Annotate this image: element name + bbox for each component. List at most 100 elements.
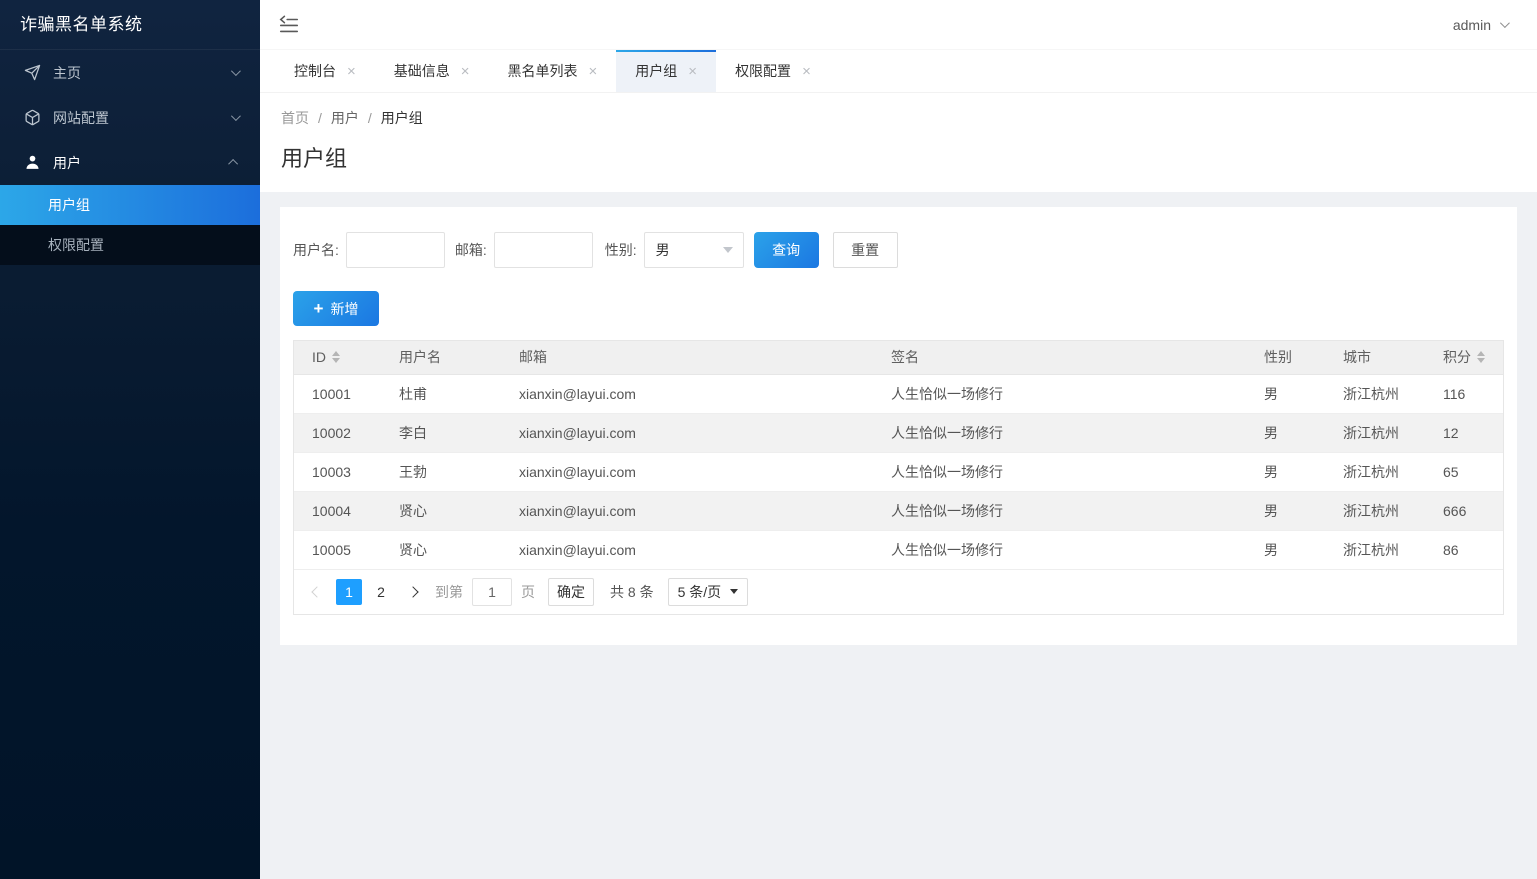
cell-city: 浙江杭州: [1343, 463, 1399, 480]
email-label: 邮箱:: [454, 242, 487, 258]
chevron-down-icon: [1499, 18, 1510, 29]
sidebar-subitem-user-group[interactable]: 用户组: [0, 185, 260, 225]
caret-down-icon: [730, 589, 739, 594]
column-header-username: 用户名: [381, 341, 501, 375]
cell-email: xianxin@layui.com: [519, 541, 636, 558]
sidebar-subitem-permission-config[interactable]: 权限配置: [0, 225, 260, 265]
close-icon[interactable]: ×: [347, 64, 356, 79]
table-row: 10005 贤心 xianxin@layui.com 人生恰似一场修行 男 浙江…: [294, 530, 1503, 569]
chevron-right-icon: [407, 585, 419, 598]
close-icon[interactable]: ×: [688, 64, 697, 79]
table-row: 10002 李白 xianxin@layui.com 人生恰似一场修行 男 浙江…: [294, 413, 1503, 452]
sidebar-item-users[interactable]: 用户: [0, 140, 260, 185]
sort-icon[interactable]: [332, 351, 340, 364]
cell-score: 86: [1443, 541, 1459, 558]
cell-score: 666: [1443, 502, 1467, 519]
tab-permission-config[interactable]: 权限配置 ×: [716, 50, 830, 92]
cell-city: 浙江杭州: [1343, 385, 1399, 402]
total-count-label: 共 8 条: [610, 583, 654, 600]
page-button-1[interactable]: 1: [336, 578, 362, 605]
cell-score: 65: [1443, 463, 1459, 480]
cell-signature: 人生恰似一场修行: [891, 502, 1003, 519]
cell-gender: 男: [1264, 541, 1278, 558]
cell-id: 10004: [312, 502, 351, 519]
main-area: admin 控制台 × 基础信息 × 黑名单列表 × 用户组 × 权限配置 × …: [260, 0, 1537, 879]
tab-label: 基础信息: [393, 63, 450, 79]
cube-icon: [24, 109, 41, 126]
cell-username: 杜甫: [399, 385, 427, 402]
search-button[interactable]: 查询: [753, 232, 819, 268]
content: 用户名: 邮箱: 性别: 男 查询 重置 + 新增 ID 用户名 邮箱 签名 性…: [260, 192, 1537, 879]
gender-select[interactable]: 男: [643, 232, 744, 268]
sort-icon[interactable]: [1477, 351, 1485, 364]
toolbar: + 新增: [293, 291, 1504, 326]
add-button[interactable]: + 新增: [293, 291, 379, 326]
app-title: 诈骗黑名单系统: [0, 0, 260, 50]
tab-label: 用户组: [635, 63, 678, 79]
tab-basic-info[interactable]: 基础信息 ×: [375, 50, 489, 92]
sidebar-collapse-icon[interactable]: [278, 14, 300, 36]
cell-gender: 男: [1264, 424, 1278, 441]
breadcrumb-home[interactable]: 首页: [281, 108, 309, 128]
pagination: 1 2 到第 页 确定 共 8 条 5 条/页: [294, 569, 1503, 614]
cell-id: 10002: [312, 424, 351, 441]
username-label: admin: [1452, 16, 1491, 33]
sidebar: 诈骗黑名单系统 主页 网站配置 用户 用户组 权限配置: [0, 0, 260, 879]
sidebar-subitem-label: 用户组: [48, 197, 90, 213]
table-row: 10003 王勃 xianxin@layui.com 人生恰似一场修行 男 浙江…: [294, 452, 1503, 491]
gender-label: 性别:: [604, 242, 637, 258]
cell-id: 10005: [312, 541, 351, 558]
app-root: 诈骗黑名单系统 主页 网站配置 用户 用户组 权限配置 admin 控制台 × …: [0, 0, 1537, 879]
tab-blacklist[interactable]: 黑名单列表 ×: [489, 50, 617, 92]
close-icon[interactable]: ×: [589, 64, 598, 79]
cell-id: 10001: [312, 385, 351, 402]
cell-email: xianxin@layui.com: [519, 463, 636, 480]
breadcrumb-users[interactable]: 用户: [331, 108, 359, 128]
column-header-score[interactable]: 积分: [1425, 341, 1503, 375]
sidebar-item-label: 用户: [53, 154, 81, 171]
tab-user-group[interactable]: 用户组 ×: [616, 50, 717, 92]
cell-score: 12: [1443, 424, 1459, 441]
email-input[interactable]: [493, 232, 593, 268]
breadcrumb-separator: /: [367, 110, 372, 126]
breadcrumb-separator: /: [318, 110, 322, 126]
username-input[interactable]: [345, 232, 445, 268]
tab-console[interactable]: 控制台 ×: [275, 50, 375, 92]
cell-signature: 人生恰似一场修行: [891, 541, 1003, 558]
column-header-signature: 签名: [873, 341, 1246, 375]
sidebar-subitem-label: 权限配置: [48, 237, 104, 253]
confirm-page-button[interactable]: 确定: [548, 577, 594, 606]
cell-username: 贤心: [399, 541, 427, 558]
column-header-city: 城市: [1325, 341, 1425, 375]
goto-label: 到第: [435, 583, 463, 600]
chevron-down-icon: [230, 66, 241, 77]
goto-page-input[interactable]: [472, 577, 512, 606]
sidebar-item-site-config[interactable]: 网站配置: [0, 95, 260, 140]
cell-city: 浙江杭州: [1343, 541, 1399, 558]
column-header-id[interactable]: ID: [294, 341, 381, 375]
chevron-left-icon: [311, 585, 323, 598]
next-page-button[interactable]: [400, 579, 426, 605]
table-row: 10004 贤心 xianxin@layui.com 人生恰似一场修行 男 浙江…: [294, 491, 1503, 530]
user-menu[interactable]: admin: [1452, 16, 1510, 33]
cell-city: 浙江杭州: [1343, 424, 1399, 441]
page-button-2[interactable]: 2: [368, 579, 394, 605]
page-title: 用户组: [281, 146, 348, 171]
cell-signature: 人生恰似一场修行: [891, 424, 1003, 441]
close-icon[interactable]: ×: [802, 64, 811, 79]
topbar: admin: [260, 0, 1537, 50]
cell-email: xianxin@layui.com: [519, 502, 636, 519]
tab-bar: 控制台 × 基础信息 × 黑名单列表 × 用户组 × 权限配置 ×: [260, 50, 1537, 93]
prev-page-button[interactable]: [304, 579, 330, 605]
tab-label: 控制台: [294, 63, 336, 79]
tab-label: 黑名单列表: [507, 63, 578, 79]
per-page-select[interactable]: 5 条/页: [667, 577, 749, 606]
table-header-row: ID 用户名 邮箱 签名 性别 城市 积分: [294, 341, 1503, 375]
reset-button[interactable]: 重置: [832, 232, 898, 268]
close-icon[interactable]: ×: [461, 64, 470, 79]
username-label: 用户名:: [293, 242, 339, 258]
sidebar-item-home[interactable]: 主页: [0, 50, 260, 95]
breadcrumb-current: 用户组: [380, 110, 423, 126]
cell-score: 116: [1443, 385, 1466, 402]
user-icon: [24, 154, 41, 171]
